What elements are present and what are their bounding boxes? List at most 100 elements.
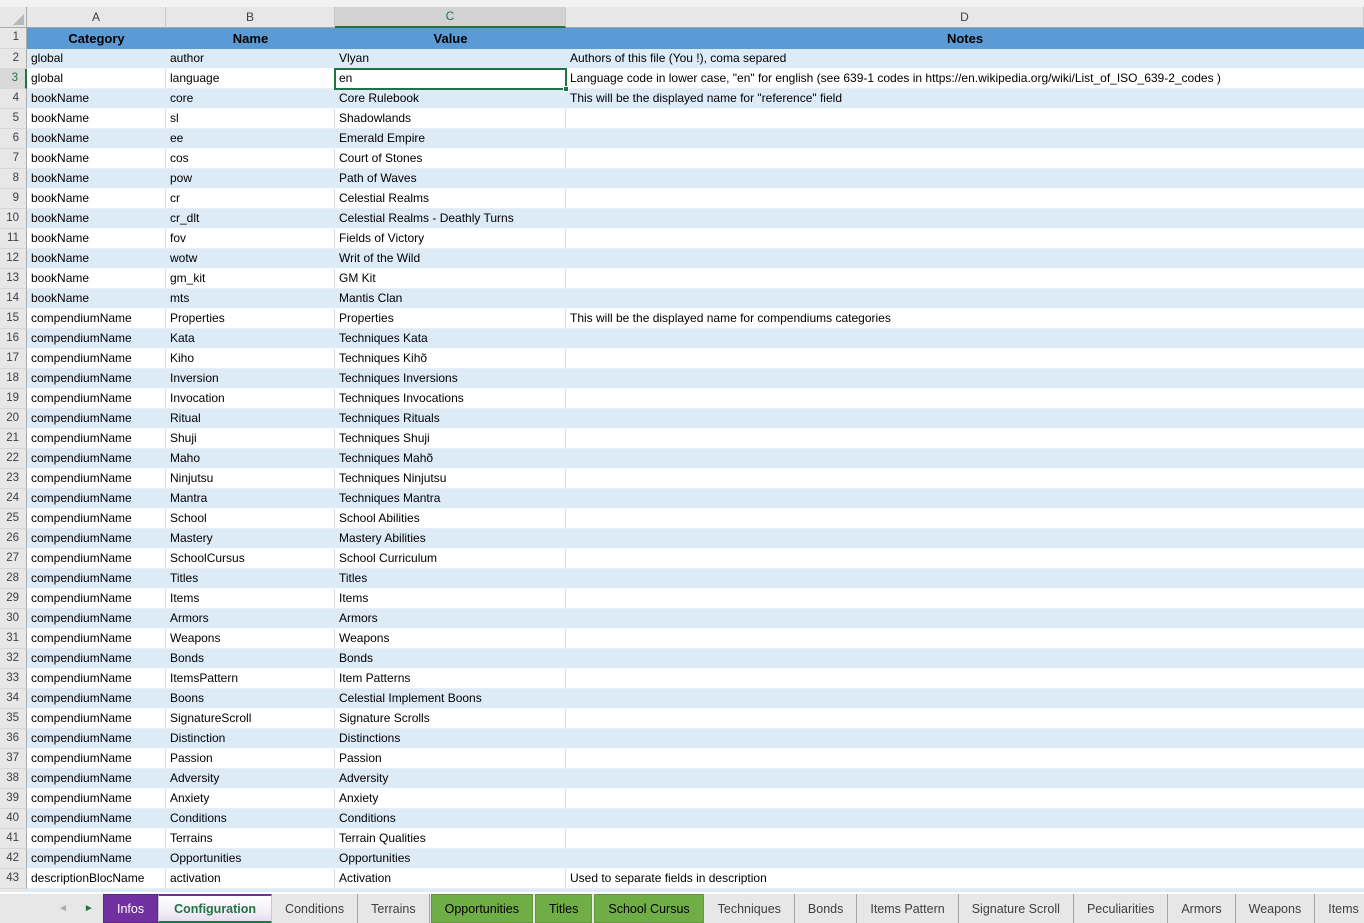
cell-C8[interactable]: Path of Waves xyxy=(335,169,566,189)
sheet-tab-opportunities[interactable]: Opportunities xyxy=(431,894,533,923)
cell-A10[interactable]: bookName xyxy=(27,209,166,229)
cell-D17[interactable] xyxy=(566,349,1364,369)
cell-A21[interactable]: compendiumName xyxy=(27,429,166,449)
cell-A7[interactable]: bookName xyxy=(27,149,166,169)
cell-B7[interactable]: cos xyxy=(166,149,335,169)
cell-C41[interactable]: Terrain Qualities xyxy=(335,829,566,849)
cell-D14[interactable] xyxy=(566,289,1364,309)
cell-A14[interactable]: bookName xyxy=(27,289,166,309)
row-header-5[interactable]: 5 xyxy=(0,109,27,129)
cell-A32[interactable]: compendiumName xyxy=(27,649,166,669)
row-header-33[interactable]: 33 xyxy=(0,669,27,689)
cell-D25[interactable] xyxy=(566,509,1364,529)
cell-D34[interactable] xyxy=(566,689,1364,709)
row-header-13[interactable]: 13 xyxy=(0,269,27,289)
row-header-30[interactable]: 30 xyxy=(0,609,27,629)
row-header-8[interactable]: 8 xyxy=(0,169,27,189)
cell-A33[interactable]: compendiumName xyxy=(27,669,166,689)
cell-B32[interactable]: Bonds xyxy=(166,649,335,669)
row-header-36[interactable]: 36 xyxy=(0,729,27,749)
cell-D4[interactable]: This will be the displayed name for "ref… xyxy=(566,89,1364,109)
cell-B30[interactable]: Armors xyxy=(166,609,335,629)
cell-B40[interactable]: Conditions xyxy=(166,809,335,829)
cell-C3[interactable]: en xyxy=(335,69,566,89)
cell-B35[interactable]: SignatureScroll xyxy=(166,709,335,729)
cell-C33[interactable]: Item Patterns xyxy=(335,669,566,689)
cell-D13[interactable] xyxy=(566,269,1364,289)
sheet-tab-terrains[interactable]: Terrains xyxy=(358,894,429,923)
cell-B8[interactable]: pow xyxy=(166,169,335,189)
cell-A23[interactable]: compendiumName xyxy=(27,469,166,489)
cell-D37[interactable] xyxy=(566,749,1364,769)
sheet-tab-techniques[interactable]: Techniques xyxy=(705,894,795,923)
row-header-27[interactable]: 27 xyxy=(0,549,27,569)
cell-D19[interactable] xyxy=(566,389,1364,409)
cell-C31[interactable]: Weapons xyxy=(335,629,566,649)
cell-A5[interactable]: bookName xyxy=(27,109,166,129)
cell-C38[interactable]: Adversity xyxy=(335,769,566,789)
cell-D29[interactable] xyxy=(566,589,1364,609)
cell-A37[interactable]: compendiumName xyxy=(27,749,166,769)
cell-C23[interactable]: Techniques Ninjutsu xyxy=(335,469,566,489)
sheet-tab-school-cursus[interactable]: School Cursus xyxy=(594,894,703,923)
cell-D26[interactable] xyxy=(566,529,1364,549)
cell-B3[interactable]: language xyxy=(166,69,335,89)
cell-A27[interactable]: compendiumName xyxy=(27,549,166,569)
row-header-28[interactable]: 28 xyxy=(0,569,27,589)
cell-D21[interactable] xyxy=(566,429,1364,449)
cell-D22[interactable] xyxy=(566,449,1364,469)
row-header-14[interactable]: 14 xyxy=(0,289,27,309)
cell-D33[interactable] xyxy=(566,669,1364,689)
cell-C43[interactable]: Activation xyxy=(335,869,566,889)
cell-C37[interactable]: Passion xyxy=(335,749,566,769)
cell-A12[interactable]: bookName xyxy=(27,249,166,269)
cell-B42[interactable]: Opportunities xyxy=(166,849,335,869)
cell-A8[interactable]: bookName xyxy=(27,169,166,189)
cell-B18[interactable]: Inversion xyxy=(166,369,335,389)
row-header-41[interactable]: 41 xyxy=(0,829,27,849)
cell-D40[interactable] xyxy=(566,809,1364,829)
cell-B21[interactable]: Shuji xyxy=(166,429,335,449)
cell-D12[interactable] xyxy=(566,249,1364,269)
cell-D41[interactable] xyxy=(566,829,1364,849)
cell-A36[interactable]: compendiumName xyxy=(27,729,166,749)
cell-C35[interactable]: Signature Scrolls xyxy=(335,709,566,729)
row-header-16[interactable]: 16 xyxy=(0,329,27,349)
cell-B43[interactable]: activation xyxy=(166,869,335,889)
sheet-tab-infos[interactable]: Infos xyxy=(103,894,158,923)
cell-C28[interactable]: Titles xyxy=(335,569,566,589)
cell-A18[interactable]: compendiumName xyxy=(27,369,166,389)
cell-A15[interactable]: compendiumName xyxy=(27,309,166,329)
cell-A30[interactable]: compendiumName xyxy=(27,609,166,629)
cell-A22[interactable]: compendiumName xyxy=(27,449,166,469)
row-header-10[interactable]: 10 xyxy=(0,209,27,229)
cell-C40[interactable]: Conditions xyxy=(335,809,566,829)
cell-B41[interactable]: Terrains xyxy=(166,829,335,849)
cell-B16[interactable]: Kata xyxy=(166,329,335,349)
tab-nav-left-icon[interactable]: ◄ xyxy=(58,904,68,914)
cell-A26[interactable]: compendiumName xyxy=(27,529,166,549)
row-header-29[interactable]: 29 xyxy=(0,589,27,609)
cell-B37[interactable]: Passion xyxy=(166,749,335,769)
row-header-11[interactable]: 11 xyxy=(0,229,27,249)
cell-B19[interactable]: Invocation xyxy=(166,389,335,409)
cell-C26[interactable]: Mastery Abilities xyxy=(335,529,566,549)
cell-B34[interactable]: Boons xyxy=(166,689,335,709)
cell-C42[interactable]: Opportunities xyxy=(335,849,566,869)
cell-A42[interactable]: compendiumName xyxy=(27,849,166,869)
cell-D7[interactable] xyxy=(566,149,1364,169)
row-header-31[interactable]: 31 xyxy=(0,629,27,649)
row-header-39[interactable]: 39 xyxy=(0,789,27,809)
row-header-3[interactable]: 3 xyxy=(0,69,27,89)
cell-B24[interactable]: Mantra xyxy=(166,489,335,509)
cell-D27[interactable] xyxy=(566,549,1364,569)
cell-B11[interactable]: fov xyxy=(166,229,335,249)
cell-A25[interactable]: compendiumName xyxy=(27,509,166,529)
cell-C21[interactable]: Techniques Shuji xyxy=(335,429,566,449)
cell-B23[interactable]: Ninjutsu xyxy=(166,469,335,489)
cell-C16[interactable]: Techniques Kata xyxy=(335,329,566,349)
row-header-37[interactable]: 37 xyxy=(0,749,27,769)
cell-A4[interactable]: bookName xyxy=(27,89,166,109)
cell-D38[interactable] xyxy=(566,769,1364,789)
row-header-34[interactable]: 34 xyxy=(0,689,27,709)
